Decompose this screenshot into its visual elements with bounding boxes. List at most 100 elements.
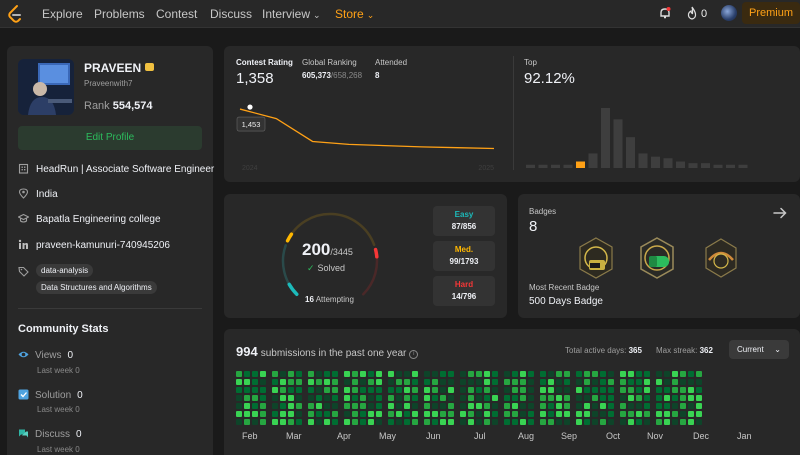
- heatmap-cell[interactable]: [540, 395, 546, 401]
- heatmap-cell[interactable]: [492, 403, 498, 409]
- heatmap-cell[interactable]: [376, 403, 382, 409]
- heatmap-cell[interactable]: [688, 387, 694, 393]
- heatmap-cell[interactable]: [672, 395, 678, 401]
- heatmap-cell[interactable]: [448, 379, 454, 385]
- heatmap-cell[interactable]: [600, 403, 606, 409]
- heatmap-cell[interactable]: [360, 395, 366, 401]
- heatmap-cell[interactable]: [636, 387, 642, 393]
- heatmap-cell[interactable]: [696, 395, 702, 401]
- linkedin-text[interactable]: praveen-kamunuri-740945206: [36, 240, 170, 251]
- heatmap-cell[interactable]: [352, 395, 358, 401]
- heatmap-cell[interactable]: [344, 395, 350, 401]
- heatmap-cell[interactable]: [288, 411, 294, 417]
- heatmap-cell[interactable]: [548, 411, 554, 417]
- heatmap-cell[interactable]: [460, 411, 466, 417]
- edit-profile-button[interactable]: Edit Profile: [18, 126, 202, 150]
- heatmap-cell[interactable]: [432, 395, 438, 401]
- heatmap-cell[interactable]: [520, 387, 526, 393]
- heatmap-cell[interactable]: [520, 379, 526, 385]
- heatmap-cell[interactable]: [540, 387, 546, 393]
- heatmap-cell[interactable]: [468, 387, 474, 393]
- heatmap-cell[interactable]: [424, 379, 430, 385]
- heatmap-cell[interactable]: [628, 395, 634, 401]
- histogram-bar[interactable]: [588, 153, 598, 168]
- heatmap-cell[interactable]: [468, 403, 474, 409]
- heatmap-cell[interactable]: [644, 379, 650, 385]
- heatmap-cell[interactable]: [252, 411, 258, 417]
- heatmap-cell[interactable]: [288, 379, 294, 385]
- heatmap-cell[interactable]: [528, 411, 534, 417]
- histogram-bar[interactable]: [576, 161, 585, 168]
- heatmap-cell[interactable]: [352, 371, 358, 377]
- heatmap-cell[interactable]: [440, 371, 446, 377]
- heatmap-cell[interactable]: [468, 411, 474, 417]
- heatmap-cell[interactable]: [576, 411, 582, 417]
- nav-store[interactable]: Store ⌄: [335, 7, 374, 21]
- heatmap-cell[interactable]: [628, 403, 634, 409]
- heatmap-cell[interactable]: [620, 387, 626, 393]
- heatmap-cell[interactable]: [260, 387, 266, 393]
- heatmap-cell[interactable]: [296, 419, 302, 425]
- heatmap-cell[interactable]: [352, 403, 358, 409]
- heatmap-cell[interactable]: [368, 395, 374, 401]
- heatmap-cell[interactable]: [440, 379, 446, 385]
- skill-tag[interactable]: Data Structures and Algorithms: [36, 281, 157, 294]
- heatmap-cell[interactable]: [388, 419, 394, 425]
- heatmap-cell[interactable]: [468, 395, 474, 401]
- heatmap-cell[interactable]: [288, 395, 294, 401]
- heatmap-cell[interactable]: [344, 403, 350, 409]
- nav-problems[interactable]: Problems: [94, 7, 145, 21]
- heatmap-cell[interactable]: [448, 419, 454, 425]
- heatmap-cell[interactable]: [280, 411, 286, 417]
- heatmap-cell[interactable]: [236, 379, 242, 385]
- heatmap-cell[interactable]: [688, 371, 694, 377]
- fire-icon[interactable]: [686, 6, 698, 20]
- rating-line-chart[interactable]: 1,453 2024 2025: [236, 94, 498, 174]
- heatmap-cell[interactable]: [592, 411, 598, 417]
- heatmap-cell[interactable]: [460, 395, 466, 401]
- heatmap-cell[interactable]: [644, 395, 650, 401]
- histogram-bar[interactable]: [713, 164, 723, 168]
- histogram-bar[interactable]: [613, 119, 623, 168]
- heatmap-cell[interactable]: [600, 371, 606, 377]
- heatmap-cell[interactable]: [548, 371, 554, 377]
- heatmap-cell[interactable]: [296, 379, 302, 385]
- heatmap-cell[interactable]: [636, 411, 642, 417]
- nav-explore[interactable]: Explore: [42, 7, 83, 21]
- heatmap-cell[interactable]: [556, 379, 562, 385]
- heatmap-cell[interactable]: [344, 387, 350, 393]
- heatmap-cell[interactable]: [672, 371, 678, 377]
- heatmap-cell[interactable]: [460, 403, 466, 409]
- heatmap-cell[interactable]: [360, 403, 366, 409]
- heatmap-cell[interactable]: [556, 403, 562, 409]
- heatmap-cell[interactable]: [236, 411, 242, 417]
- heatmap-cell[interactable]: [324, 419, 330, 425]
- badge-365-days-icon[interactable]: [576, 236, 616, 280]
- difficulty-easy[interactable]: Easy 87/856: [433, 206, 495, 236]
- heatmap-cell[interactable]: [628, 379, 634, 385]
- heatmap-cell[interactable]: [412, 419, 418, 425]
- heatmap-cell[interactable]: [244, 371, 250, 377]
- heatmap-cell[interactable]: [344, 419, 350, 425]
- heatmap-cell[interactable]: [332, 395, 338, 401]
- heatmap-cell[interactable]: [272, 387, 278, 393]
- heatmap-cell[interactable]: [316, 379, 322, 385]
- heatmap-cell[interactable]: [628, 387, 634, 393]
- heatmap-cell[interactable]: [332, 371, 338, 377]
- heatmap-cell[interactable]: [492, 379, 498, 385]
- heatmap-cell[interactable]: [440, 403, 446, 409]
- heatmap-cell[interactable]: [448, 371, 454, 377]
- year-select[interactable]: Current ⌄: [729, 340, 789, 359]
- heatmap-cell[interactable]: [376, 419, 382, 425]
- heatmap-cell[interactable]: [576, 419, 582, 425]
- histogram-bar[interactable]: [738, 164, 748, 168]
- heatmap-cell[interactable]: [272, 411, 278, 417]
- heatmap-cell[interactable]: [664, 379, 670, 385]
- heatmap-cell[interactable]: [556, 419, 562, 425]
- histogram-bar[interactable]: [526, 164, 535, 168]
- heatmap-cell[interactable]: [388, 371, 394, 377]
- heatmap-cell[interactable]: [492, 411, 498, 417]
- heatmap-cell[interactable]: [504, 387, 510, 393]
- heatmap-cell[interactable]: [656, 403, 662, 409]
- heatmap-cell[interactable]: [576, 387, 582, 393]
